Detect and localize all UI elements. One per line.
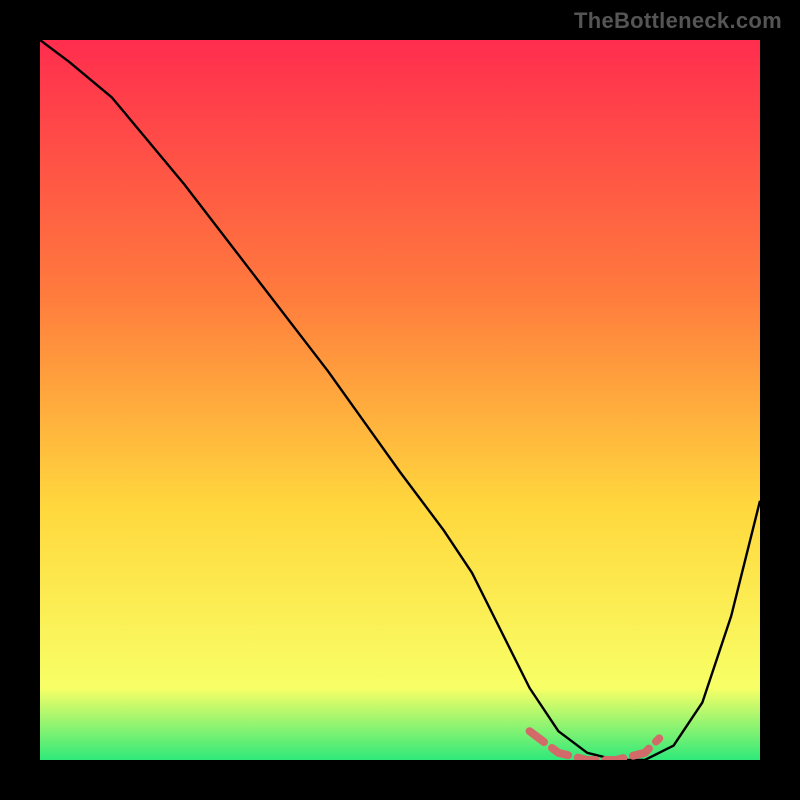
watermark-text: TheBottleneck.com [574,8,782,34]
chart-frame: TheBottleneck.com [0,0,800,800]
chart-svg [40,40,760,760]
bottleneck-curve [40,40,760,760]
plot-area [40,40,760,760]
